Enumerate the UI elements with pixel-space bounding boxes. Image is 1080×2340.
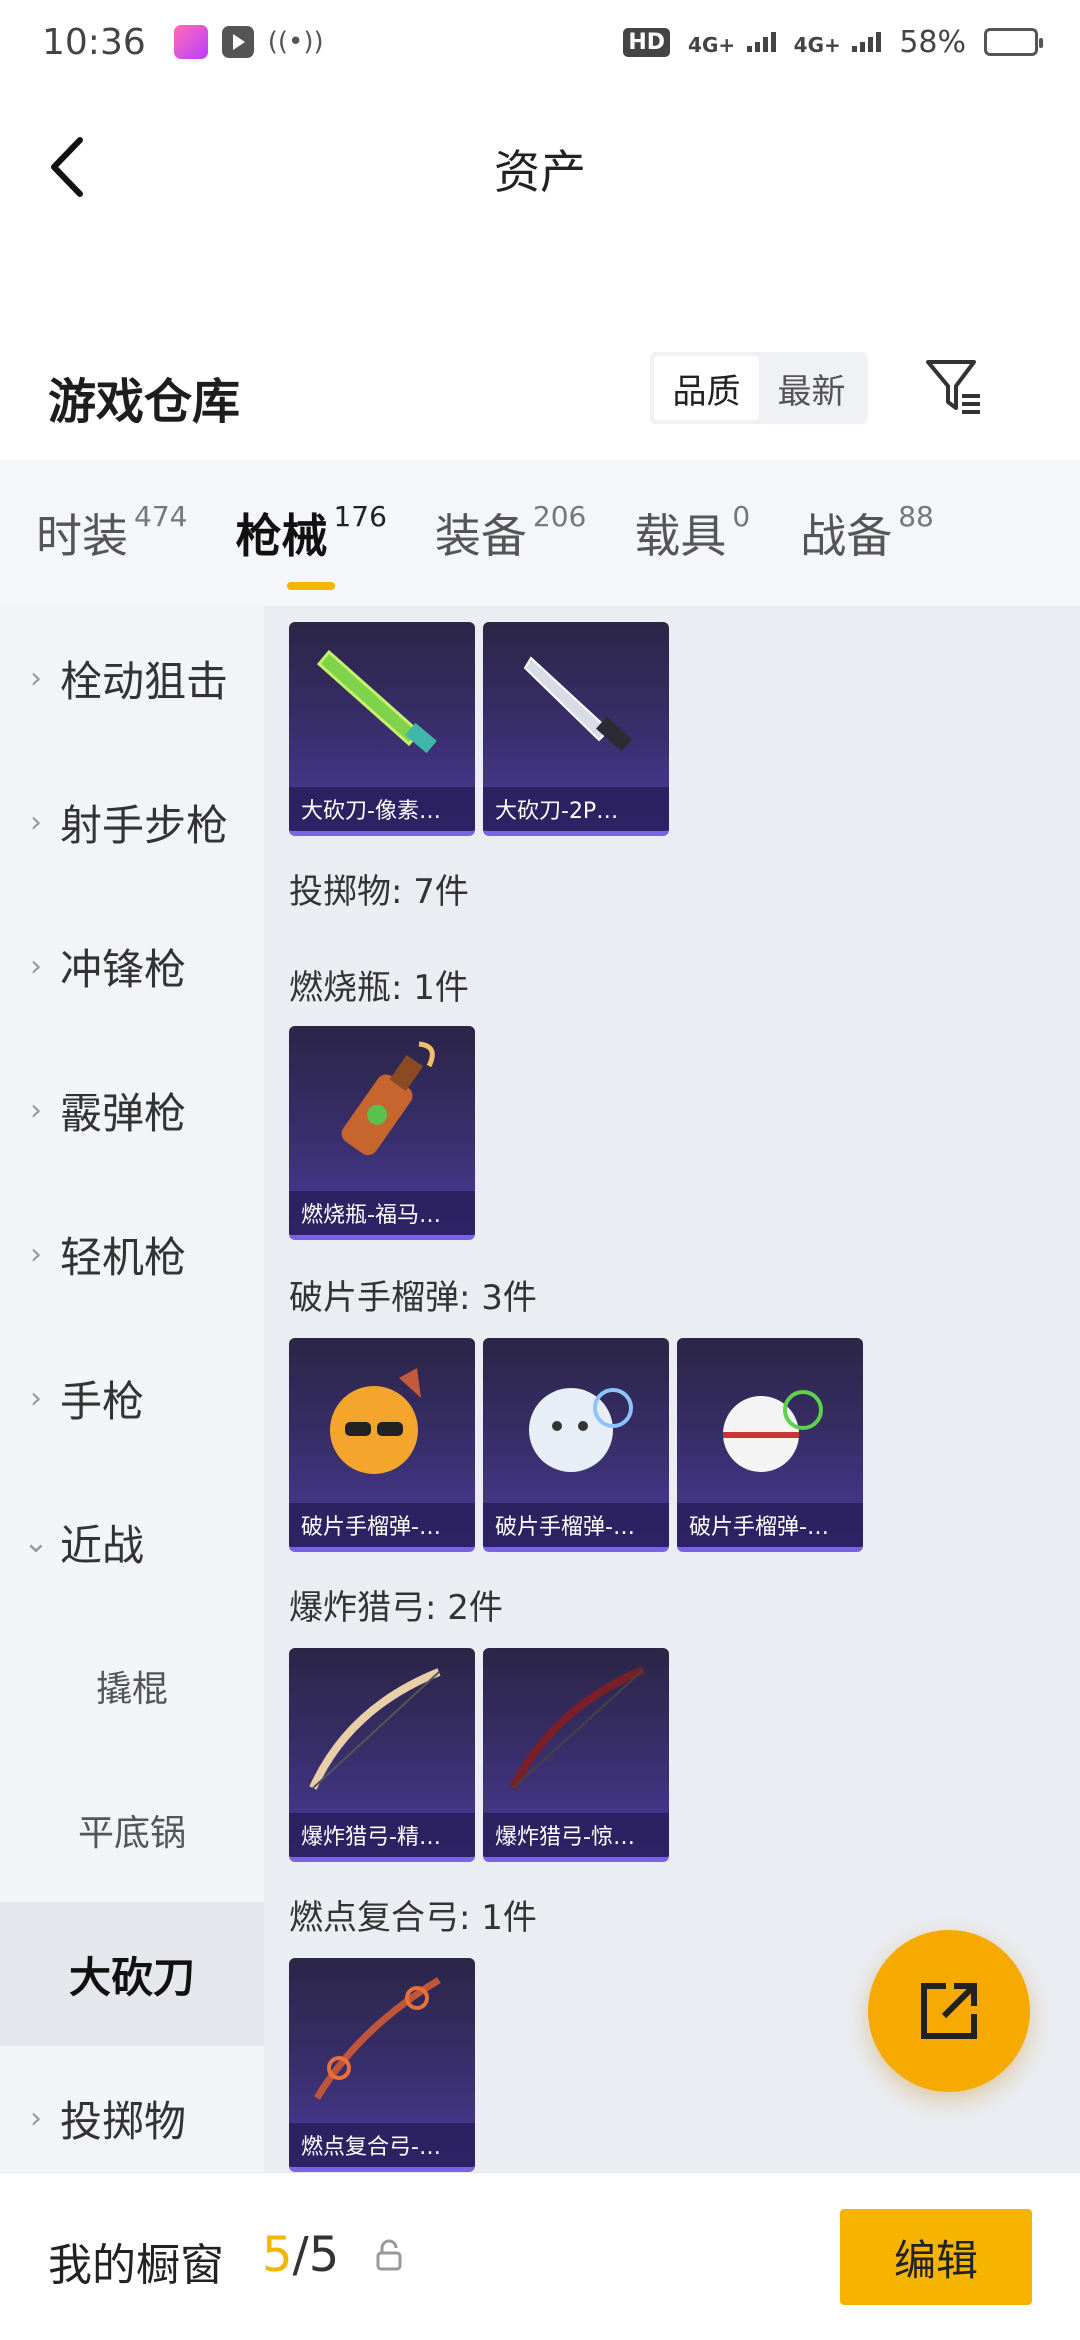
sidebar-item-pistol[interactable]: › 手枪 (0, 1326, 264, 1470)
group-label-bow: 爆炸猎弓: 2件 (289, 1588, 503, 1628)
green-machete-icon (316, 649, 437, 754)
tab-count: 88 (898, 500, 934, 533)
section-title: 游戏仓库 (48, 374, 241, 430)
sidebar-item-lmg[interactable]: › 轻机枪 (0, 1182, 264, 1326)
chevron-right-icon: › (30, 948, 42, 984)
tab-supplies[interactable]: 战备 88 (800, 460, 934, 566)
tab-active-indicator (287, 582, 336, 590)
sidebar-subitem-crowbar[interactable]: 撬棍 (0, 1614, 264, 1758)
item-caption: 大砍刀-像素… (289, 787, 475, 831)
dark-bow-icon (509, 1666, 645, 1790)
item-caption: 破片手榴弹-… (289, 1503, 475, 1547)
signal-2: 4G+ (794, 25, 882, 60)
sort-quality-option[interactable]: 品质 (654, 356, 759, 420)
tab-vehicles[interactable]: 载具 0 (634, 460, 750, 566)
beige-bow-icon (309, 1668, 441, 1790)
item-caption: 燃点复合弓-… (289, 2123, 475, 2167)
signal-bars-icon (852, 31, 882, 52)
battery-icon (984, 28, 1043, 56)
top-navigation: 资产 (0, 84, 1080, 334)
tab-count: 474 (134, 500, 188, 533)
weapon-type-sidebar: › 栓动狙击 › 射手步枪 › 冲锋枪 › 霰弹枪 › 轻机枪 › 手枪 ⌄ 近战 撬棍 平底… (0, 606, 264, 2172)
snowball-grenade-icon (529, 1388, 633, 1472)
item-card[interactable]: 破片手榴弹-… (289, 1338, 475, 1552)
item-caption: 爆炸猎弓-精… (289, 1813, 475, 1857)
edit-button[interactable]: 编辑 (840, 2209, 1032, 2305)
tab-fashion[interactable]: 时装 474 (36, 460, 187, 566)
emoji-grenade-icon (330, 1368, 421, 1474)
hd-voice-icon: HD (623, 27, 671, 57)
page-title: 资产 (494, 145, 586, 199)
item-card[interactable]: 破片手榴弹-… (483, 1338, 669, 1552)
tab-count: 0 (732, 500, 751, 533)
video-notification-icon (221, 26, 254, 58)
chevron-right-icon: › (30, 804, 42, 840)
sidebar-subitem-pan[interactable]: 平底锅 (0, 1758, 264, 1902)
sidebar-subitem-machete[interactable]: 大砍刀 (0, 1902, 264, 2046)
chevron-right-icon: › (30, 1380, 42, 1416)
group-label-molotov: 燃烧瓶: 1件 (289, 968, 469, 1008)
sidebar-item-bolt-sniper[interactable]: › 栓动狙击 (0, 606, 264, 750)
item-caption: 破片手榴弹-… (677, 1503, 863, 1547)
item-card[interactable]: 爆炸猎弓-惊… (483, 1648, 669, 1862)
steel-machete-icon (523, 656, 632, 752)
item-caption: 破片手榴弹-… (483, 1503, 669, 1547)
molotov-bottle-icon (341, 1041, 435, 1156)
tab-count: 176 (333, 500, 387, 533)
filter-icon[interactable] (924, 356, 984, 418)
chevron-right-icon: › (30, 2100, 42, 2136)
tab-firearms[interactable]: 枪械 176 (235, 460, 387, 590)
signal-1: 4G+ (688, 25, 776, 60)
status-time: 10:36 (42, 21, 146, 63)
sidebar-item-throwables[interactable]: › 投掷物 (0, 2046, 264, 2190)
compound-bow-icon (313, 1976, 441, 2100)
category-tabs: 时装 474 枪械 176 装备 206 载具 0 战备 88 (0, 460, 1080, 606)
item-caption: 爆炸猎弓-惊… (483, 1813, 669, 1857)
item-card[interactable]: 燃点复合弓-… (289, 1958, 475, 2172)
sidebar-item-smg[interactable]: › 冲锋枪 (0, 894, 264, 1038)
lock-icon (376, 2239, 402, 2271)
item-caption: 大砍刀-2P… (483, 787, 669, 831)
group-label-throwables: 投掷物: 7件 (289, 872, 469, 912)
app-notification-icon (173, 25, 208, 59)
showcase-bar: 我的橱窗 5/5 编辑 (0, 2172, 1080, 2340)
item-card[interactable]: 爆炸猎弓-精… (289, 1648, 475, 1862)
sidebar-item-melee[interactable]: ⌄ 近战 (0, 1470, 264, 1614)
chevron-down-icon: ⌄ (23, 1524, 49, 1560)
group-label-compound-bow: 燃点复合弓: 1件 (289, 1898, 537, 1938)
chevron-right-icon: › (30, 1236, 42, 1272)
signal-bars-icon (746, 31, 776, 52)
item-card[interactable]: 大砍刀-2P… (483, 622, 669, 836)
showcase-count: 5/5 (262, 2227, 340, 2283)
item-card[interactable]: 燃烧瓶-福马… (289, 1026, 475, 1240)
sidebar-item-shotgun[interactable]: › 霰弹枪 (0, 1038, 264, 1182)
hotspot-icon: ((•)) (267, 27, 324, 57)
white-grenade-icon (723, 1390, 823, 1472)
showcase-label: 我的橱窗 (48, 2240, 224, 2291)
tab-equipment[interactable]: 装备 206 (435, 460, 586, 566)
sort-newest-option[interactable]: 最新 (759, 356, 864, 420)
group-label-grenade: 破片手榴弹: 3件 (289, 1278, 537, 1318)
item-card[interactable]: 大砍刀-像素… (289, 622, 475, 836)
share-button[interactable] (868, 1930, 1030, 2092)
item-caption: 燃烧瓶-福马… (289, 1191, 475, 1235)
item-card[interactable]: 破片手榴弹-… (677, 1338, 863, 1552)
section-header: 游戏仓库 品质 最新 (0, 334, 1080, 460)
chevron-right-icon: › (30, 1092, 42, 1128)
sidebar-item-dmr[interactable]: › 射手步枪 (0, 750, 264, 894)
sort-toggle: 品质 最新 (650, 352, 868, 424)
chevron-right-icon: › (30, 660, 42, 696)
share-export-icon (921, 1983, 977, 2039)
status-bar: 10:36 ((•)) HD 4G+ 4G+ 58% (0, 0, 1080, 84)
tab-count: 206 (532, 500, 587, 533)
battery-percent: 58% (899, 24, 966, 60)
